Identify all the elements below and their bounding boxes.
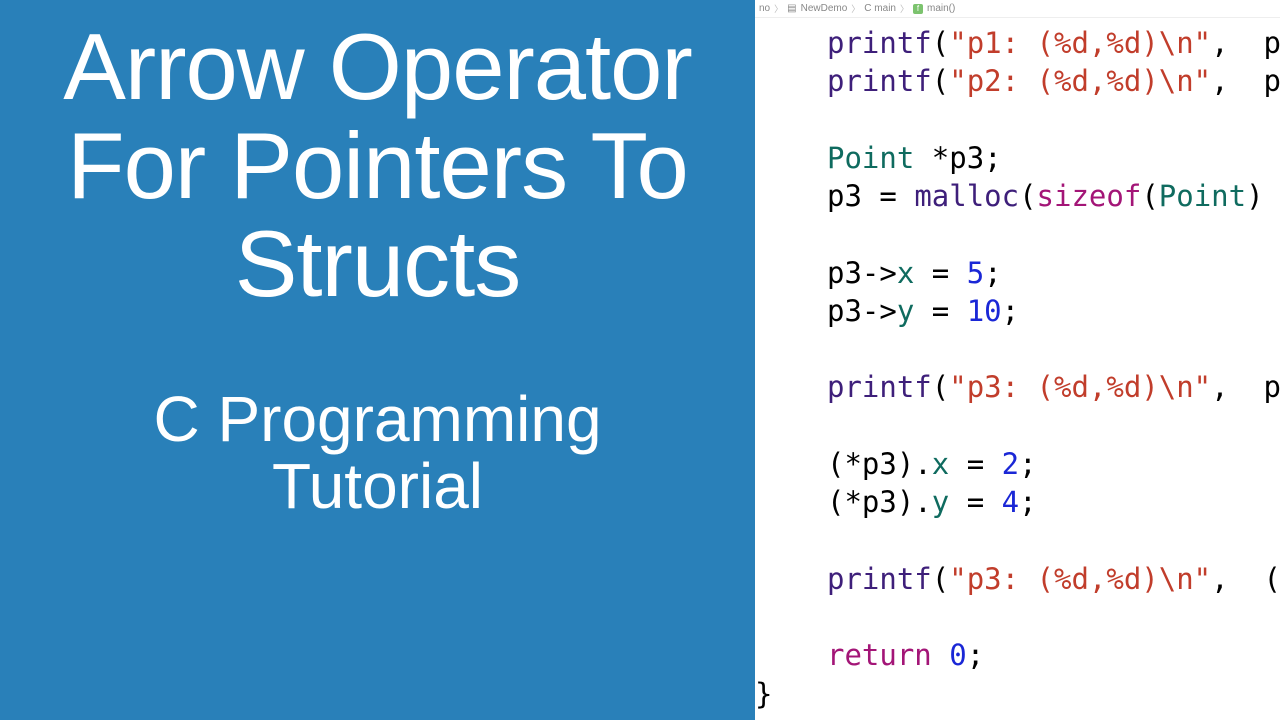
title-panel: Arrow Operator For Pointers To Structs C… <box>0 0 755 720</box>
breadcrumb: no 〉 ▤ NewDemo 〉 C main 〉 f main() <box>755 0 1280 18</box>
code-token-string: "p3: (%d,%d)\n" <box>949 370 1211 404</box>
code-token-number: 10 <box>967 294 1002 328</box>
code-token: ) <box>1246 179 1263 213</box>
code-token-return: return <box>827 638 932 672</box>
code-token: , ( <box>1211 562 1280 596</box>
code-token-brace: } <box>755 677 772 711</box>
code-token: ( <box>1141 179 1158 213</box>
code-token-number: 0 <box>949 638 966 672</box>
code-token: = <box>914 256 966 290</box>
chevron-icon: 〉 <box>774 2 783 15</box>
code-listing: printf("p1: (%d,%d)\n", p printf("p2: (%… <box>755 18 1280 713</box>
code-token <box>932 638 949 672</box>
code-token-malloc: malloc <box>914 179 1019 213</box>
subtitle-block: C Programming Tutorial <box>153 386 601 520</box>
code-panel: no 〉 ▤ NewDemo 〉 C main 〉 f main() print… <box>755 0 1280 720</box>
code-token-member: x <box>932 447 949 481</box>
code-token-string: "p2: (%d,%d)\n" <box>949 64 1211 98</box>
code-token-number: 4 <box>1002 485 1019 519</box>
subtitle-line-1: C Programming <box>153 386 601 453</box>
code-token-printf: printf <box>827 562 932 596</box>
folder-icon: ▤ <box>787 3 796 14</box>
code-token: (*p3). <box>827 447 932 481</box>
code-token: = <box>949 485 1001 519</box>
code-token: = <box>914 294 966 328</box>
title-line-3: Structs <box>63 215 692 314</box>
code-token: p3-> <box>827 256 897 290</box>
code-token: , p <box>1211 26 1280 60</box>
code-token-type: Point <box>827 141 914 175</box>
title-line-1: Arrow Operator <box>63 18 692 117</box>
breadcrumb-part: NewDemo <box>801 3 848 14</box>
code-token: ; <box>1002 294 1019 328</box>
code-token: ; <box>984 256 1001 290</box>
subtitle-line-2: Tutorial <box>153 453 601 520</box>
code-token: ; <box>1019 485 1036 519</box>
code-token-member: x <box>897 256 914 290</box>
chevron-icon: 〉 <box>851 2 860 15</box>
code-token-printf: printf <box>827 26 932 60</box>
code-token-printf: printf <box>827 370 932 404</box>
code-token-sizeof: sizeof <box>1037 179 1142 213</box>
code-token: ; <box>1019 447 1036 481</box>
code-token: p3 = <box>827 179 914 213</box>
breadcrumb-part: no <box>759 3 770 14</box>
title-block: Arrow Operator For Pointers To Structs <box>63 18 692 314</box>
code-token-string: "p3: (%d,%d)\n" <box>949 562 1211 596</box>
code-token: = <box>949 447 1001 481</box>
code-token-number: 2 <box>1002 447 1019 481</box>
code-token-type: Point <box>1159 179 1246 213</box>
title-line-2: For Pointers To <box>63 117 692 216</box>
code-token-member: y <box>897 294 914 328</box>
chevron-icon: 〉 <box>900 2 909 15</box>
breadcrumb-part: C main <box>864 3 896 14</box>
thumbnail-root: Arrow Operator For Pointers To Structs C… <box>0 0 1280 720</box>
code-token: *p3; <box>914 141 1001 175</box>
code-token: , p <box>1211 64 1280 98</box>
code-token: ; <box>967 638 984 672</box>
code-token-printf: printf <box>827 64 932 98</box>
code-token: p3-> <box>827 294 897 328</box>
code-token-number: 5 <box>967 256 984 290</box>
code-token-string: "p1: (%d,%d)\n" <box>949 26 1211 60</box>
breadcrumb-part: main() <box>927 3 955 14</box>
code-token: ( <box>1019 179 1036 213</box>
code-token: (*p3). <box>827 485 932 519</box>
function-icon: f <box>913 4 923 14</box>
code-token: , p <box>1211 370 1280 404</box>
code-token-member: y <box>932 485 949 519</box>
